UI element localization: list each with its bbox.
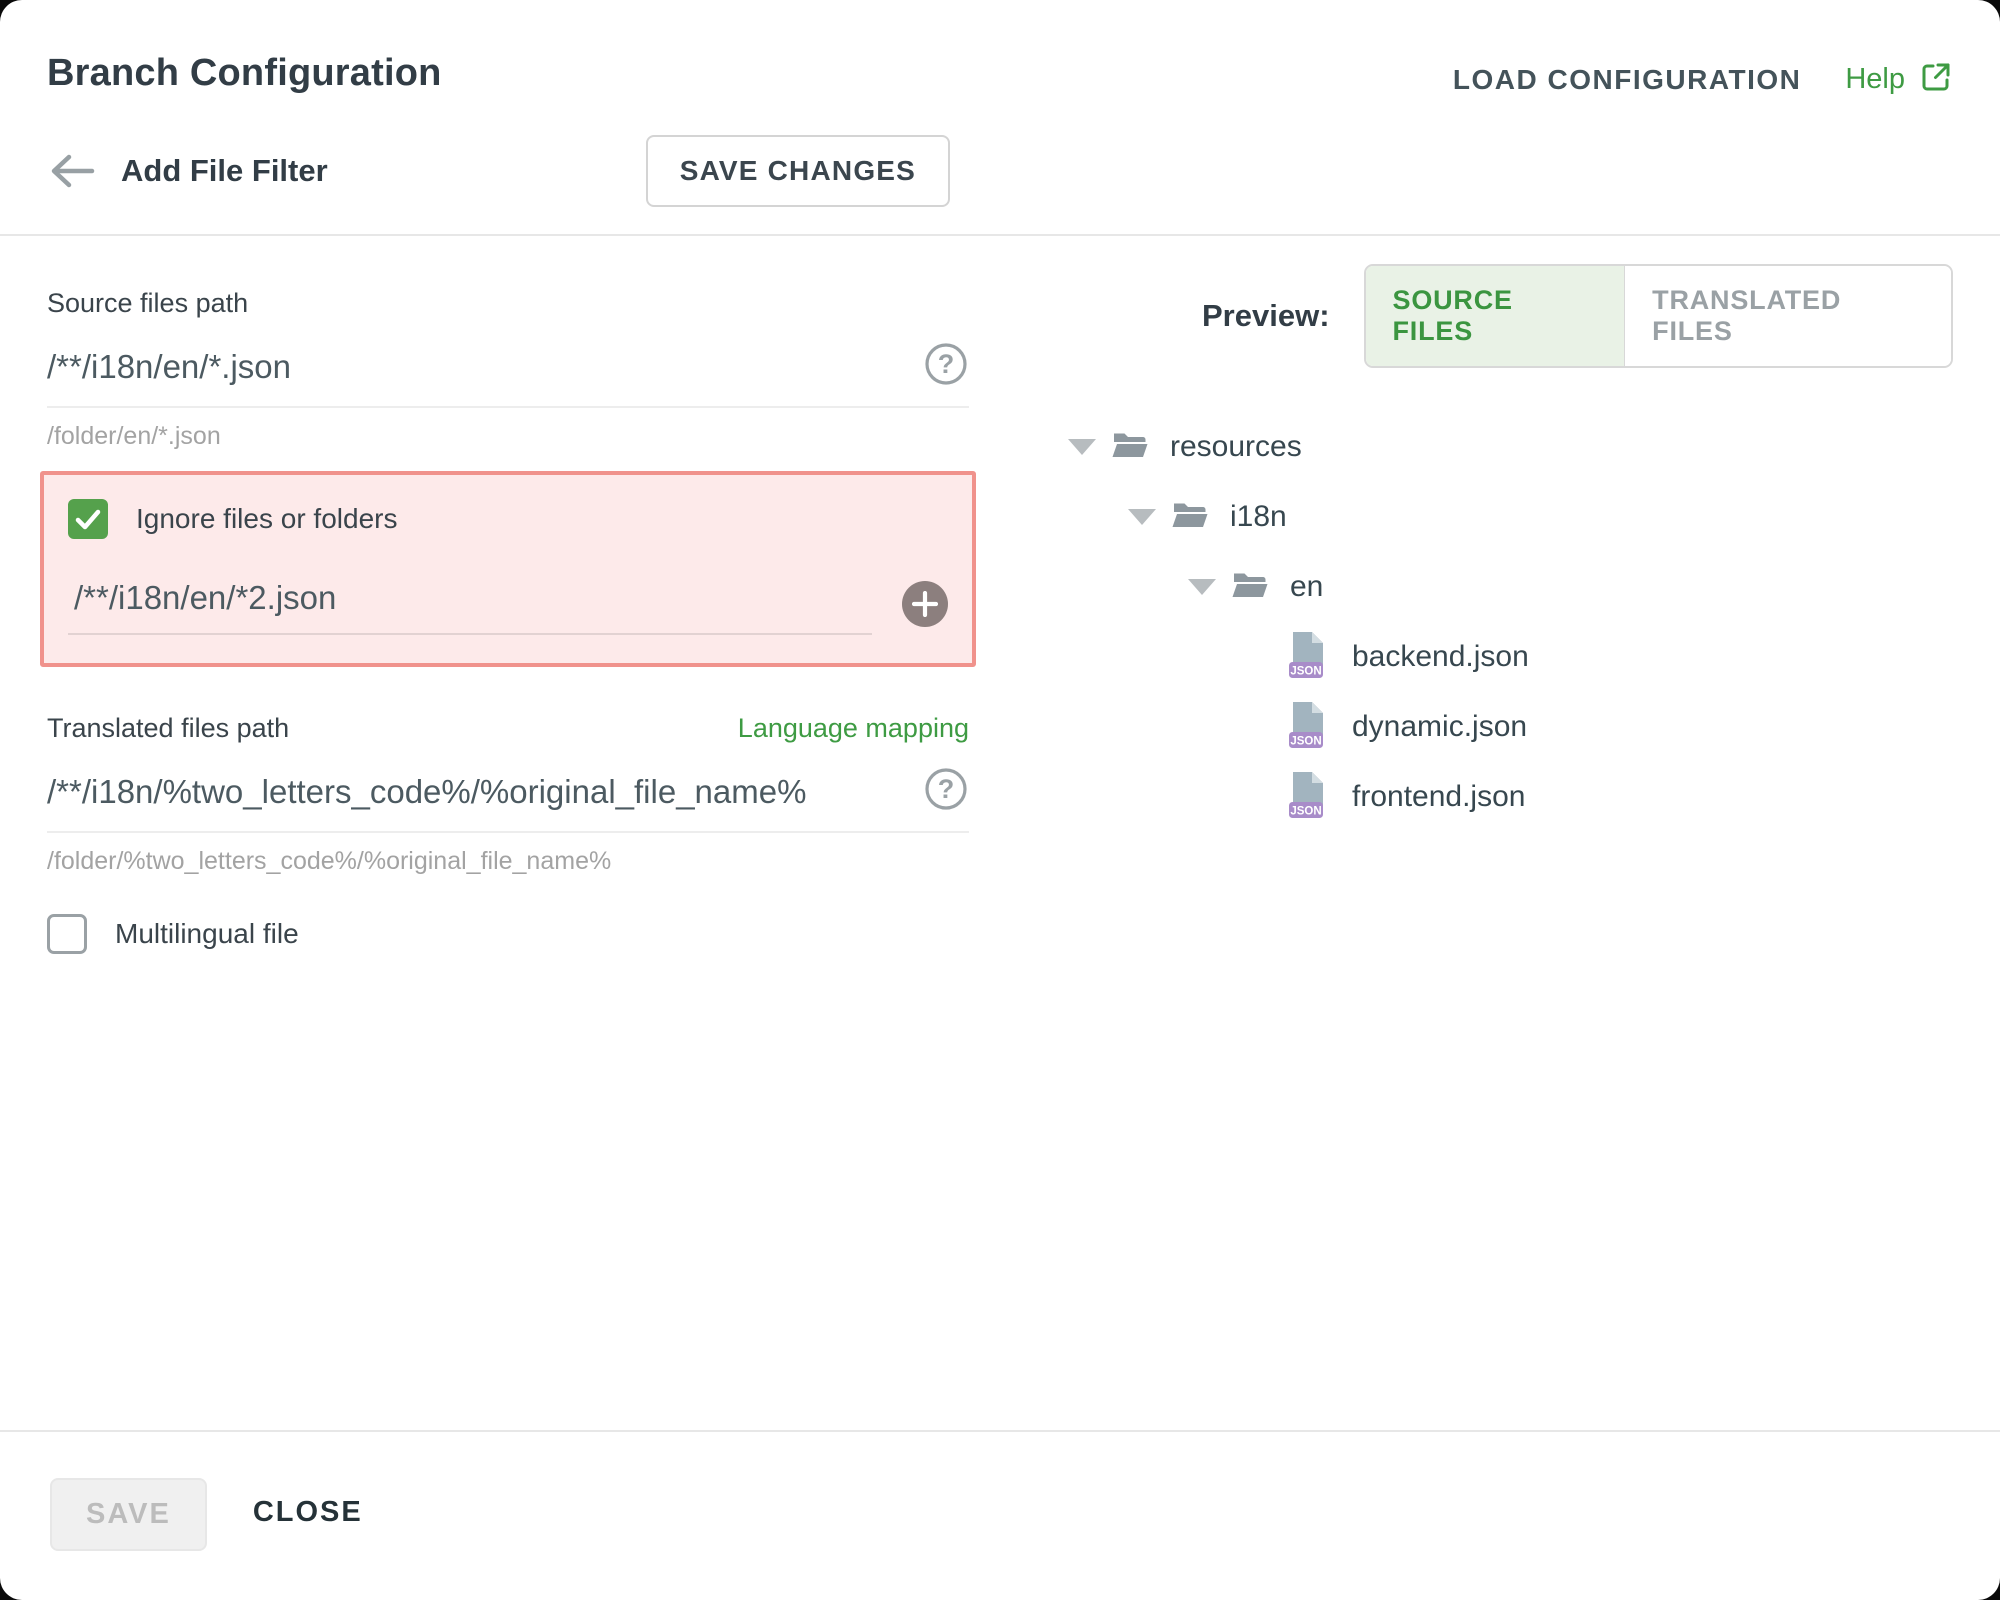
- back-arrow-icon[interactable]: [47, 153, 95, 189]
- help-link[interactable]: Help: [1845, 60, 1953, 99]
- svg-text:?: ?: [938, 774, 955, 804]
- tree-item-name: backend.json: [1352, 640, 1529, 674]
- add-ignore-pattern-button[interactable]: [902, 581, 948, 627]
- tree-row-file[interactable]: JSON dynamic.json: [1014, 692, 1953, 762]
- page-title: Branch Configuration: [47, 52, 442, 95]
- expand-triangle-icon[interactable]: [1128, 509, 1156, 525]
- ignore-files-panel: Ignore files or folders: [40, 471, 976, 667]
- file-filter-form: Source files path ? /folder/en/*.json: [47, 288, 969, 1430]
- tree-row-folder[interactable]: resources: [1014, 412, 1953, 482]
- ignore-files-checkbox-label: Ignore files or folders: [136, 503, 397, 535]
- preview-pane: Preview: SOURCE FILES TRANSLATED FILES: [1014, 264, 1953, 1430]
- svg-text:?: ?: [938, 349, 955, 379]
- tree-item-name: dynamic.json: [1352, 710, 1527, 744]
- folder-icon: [1172, 501, 1208, 534]
- dialog-header: Branch Configuration LOAD CONFIGURATION …: [0, 0, 2000, 236]
- source-path-help-icon[interactable]: ?: [923, 341, 969, 392]
- dialog-body: Source files path ? /folder/en/*.json: [0, 236, 2000, 1430]
- ignore-files-checkbox-checked[interactable]: [68, 499, 108, 539]
- svg-text:JSON: JSON: [1290, 665, 1321, 677]
- preview-mode-toggle: SOURCE FILES TRANSLATED FILES: [1364, 264, 1953, 368]
- load-configuration-button[interactable]: LOAD CONFIGURATION: [1453, 64, 1801, 96]
- close-button[interactable]: CLOSE: [253, 1478, 363, 1547]
- help-link-label: Help: [1845, 63, 1905, 96]
- tab-translated-files[interactable]: TRANSLATED FILES: [1625, 266, 1951, 366]
- folder-icon: [1112, 431, 1148, 464]
- tree-item-name: i18n: [1230, 500, 1287, 534]
- save-button[interactable]: SAVE: [50, 1478, 207, 1551]
- tree-row-folder[interactable]: i18n: [1014, 482, 1953, 552]
- preview-label: Preview:: [1202, 298, 1330, 334]
- translated-path-help-icon[interactable]: ?: [923, 766, 969, 817]
- expand-triangle-icon[interactable]: [1068, 439, 1096, 455]
- translated-files-path-hint: /folder/%two_letters_code%/%original_fil…: [47, 847, 969, 876]
- tab-source-files[interactable]: SOURCE FILES: [1366, 266, 1626, 366]
- source-files-path-input[interactable]: [47, 348, 923, 386]
- save-changes-button[interactable]: SAVE CHANGES: [646, 135, 950, 207]
- external-link-icon: [1919, 60, 1953, 99]
- svg-text:JSON: JSON: [1290, 735, 1321, 747]
- ignore-pattern-input[interactable]: [74, 579, 499, 617]
- source-files-path-label: Source files path: [47, 288, 969, 319]
- tree-item-name: resources: [1170, 430, 1302, 464]
- subtitle-add-file-filter: Add File Filter: [121, 153, 328, 189]
- json-file-icon: JSON: [1288, 771, 1328, 824]
- file-tree: resources i18n: [1014, 412, 1953, 832]
- dialog-footer: SAVE CLOSE: [0, 1430, 2000, 1600]
- branch-configuration-dialog: Branch Configuration LOAD CONFIGURATION …: [0, 0, 2000, 1600]
- plus-icon: [912, 591, 938, 617]
- source-files-path-hint: /folder/en/*.json: [47, 422, 969, 451]
- tree-item-name: en: [1290, 570, 1323, 604]
- tree-item-name: frontend.json: [1352, 780, 1525, 814]
- tree-row-folder[interactable]: en: [1014, 552, 1953, 622]
- language-mapping-link[interactable]: Language mapping: [738, 713, 969, 744]
- translated-files-path-input[interactable]: [47, 773, 923, 811]
- folder-icon: [1232, 571, 1268, 604]
- tree-row-file[interactable]: JSON backend.json: [1014, 622, 1953, 692]
- multilingual-file-row[interactable]: Multilingual file: [47, 914, 969, 954]
- json-file-icon: JSON: [1288, 631, 1328, 684]
- multilingual-file-label: Multilingual file: [115, 918, 299, 950]
- tree-row-file[interactable]: JSON frontend.json: [1014, 762, 1953, 832]
- expand-triangle-icon[interactable]: [1188, 579, 1216, 595]
- translated-files-path-label: Translated files path: [47, 713, 289, 744]
- json-file-icon: JSON: [1288, 701, 1328, 754]
- svg-text:JSON: JSON: [1290, 805, 1321, 817]
- ignore-files-checkbox-row[interactable]: Ignore files or folders: [68, 499, 948, 539]
- multilingual-file-checkbox-unchecked[interactable]: [47, 914, 87, 954]
